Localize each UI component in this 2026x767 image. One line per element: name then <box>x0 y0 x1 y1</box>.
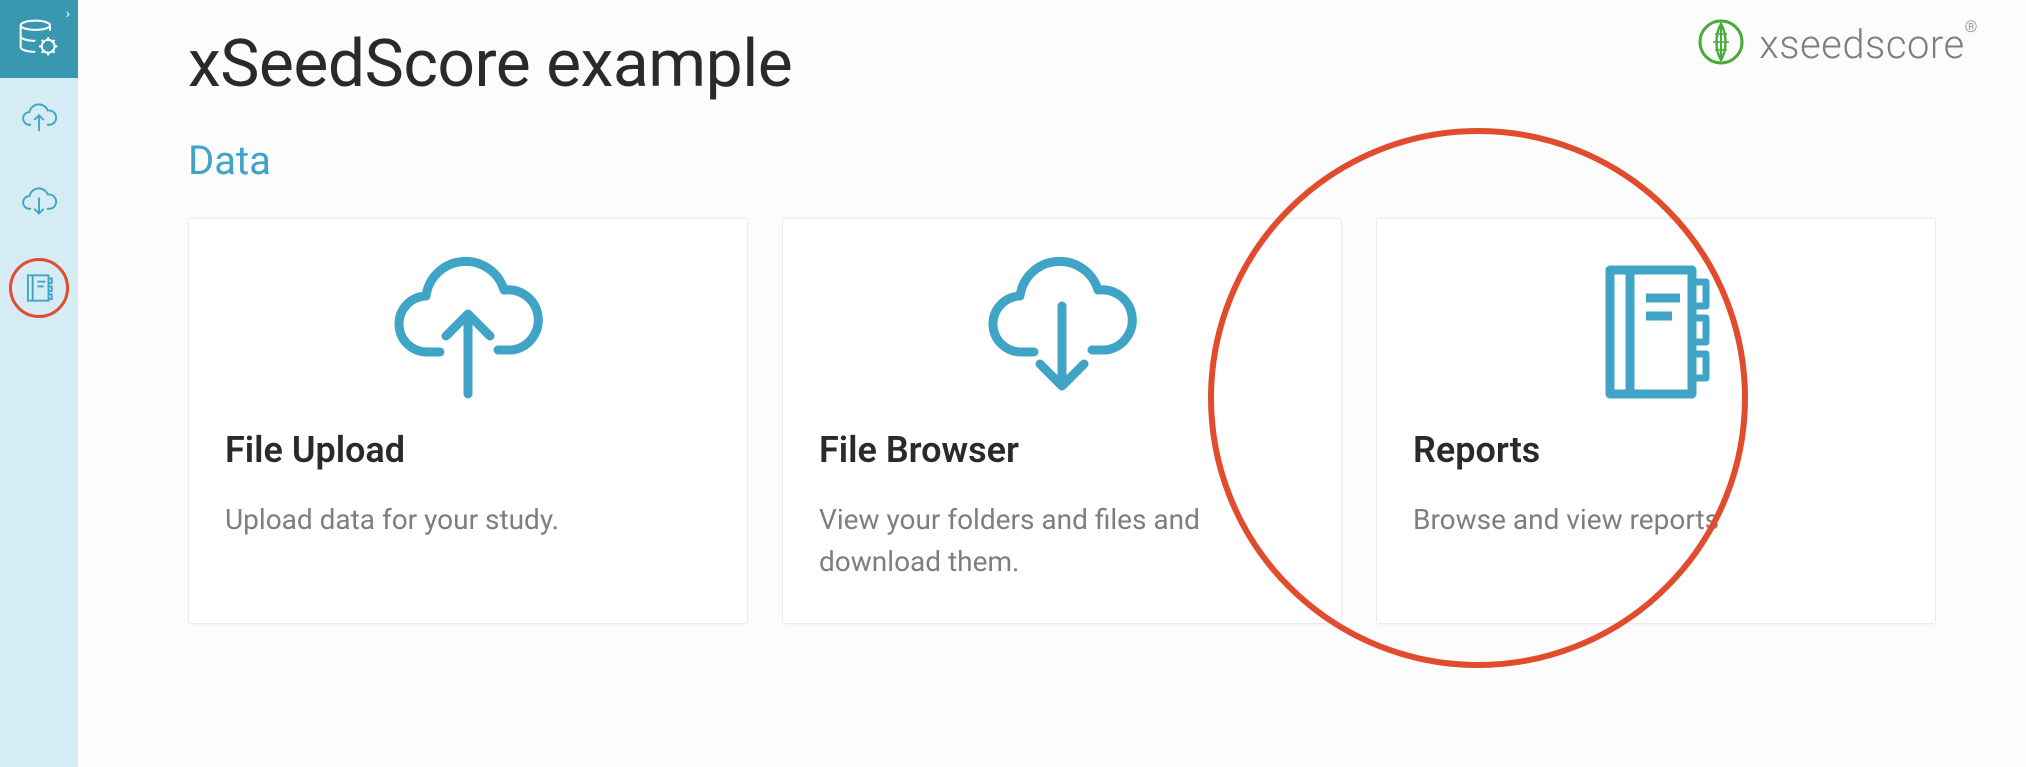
card-reports[interactable]: Reports Browse and view reports <box>1376 218 1936 624</box>
section-title: Data <box>188 137 1966 184</box>
card-description: View your folders and files and download… <box>819 499 1305 583</box>
sidebar-item-reports[interactable] <box>0 246 78 330</box>
cloud-download-icon <box>819 247 1305 417</box>
cloud-upload-icon <box>20 101 58 139</box>
card-description: Browse and view reports <box>1413 499 1899 541</box>
notebook-icon <box>1413 247 1899 417</box>
sidebar-item-download[interactable] <box>0 162 78 246</box>
card-title: File Upload <box>225 429 711 471</box>
highlight-ring-icon <box>9 258 69 318</box>
sidebar-item-upload[interactable] <box>0 78 78 162</box>
brand-seed-icon <box>1697 18 1745 70</box>
sidebar-item-database[interactable]: › <box>0 0 78 78</box>
card-file-browser[interactable]: File Browser View your folders and files… <box>782 218 1342 624</box>
card-file-upload[interactable]: File Upload Upload data for your study. <box>188 218 748 624</box>
cards-row: File Upload Upload data for your study. … <box>188 218 1966 624</box>
app-root: › <box>0 0 2026 767</box>
card-title: Reports <box>1413 429 1899 471</box>
cloud-upload-icon <box>225 247 711 417</box>
brand-logo-area: xseedscore® <box>1697 18 1978 70</box>
chevron-right-icon: › <box>66 6 70 22</box>
main-content: xseedscore® xSeedScore example Data File… <box>78 0 2026 767</box>
cloud-download-icon <box>20 185 58 223</box>
sidebar: › <box>0 0 78 767</box>
brand-text: xseedscore® <box>1759 21 1978 68</box>
database-gear-icon <box>17 17 61 61</box>
card-title: File Browser <box>819 429 1305 471</box>
card-description: Upload data for your study. <box>225 499 711 541</box>
